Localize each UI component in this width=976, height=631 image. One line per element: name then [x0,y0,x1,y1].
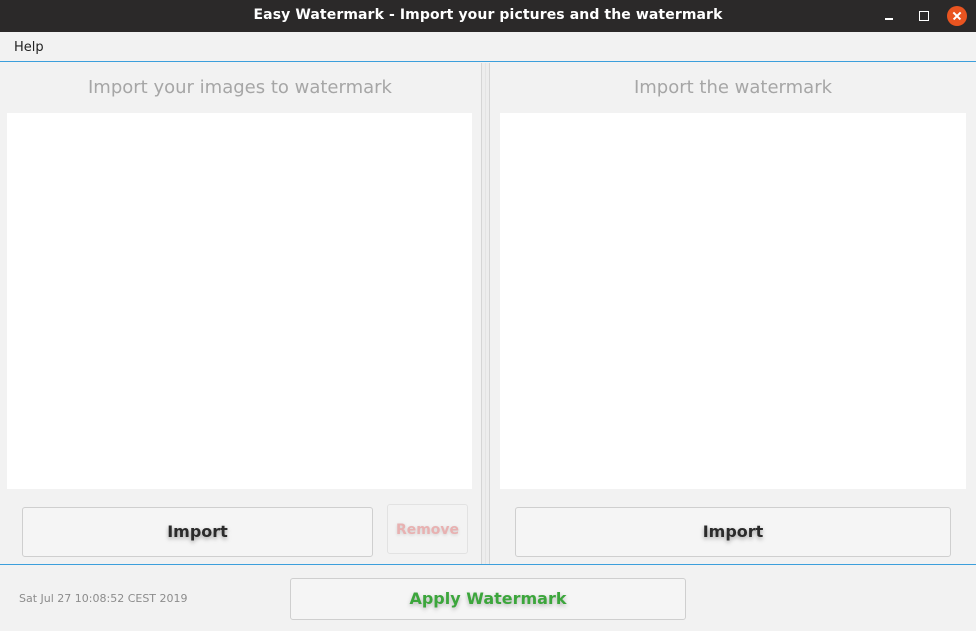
watermark-preview[interactable] [500,113,966,489]
images-panel-title: Import your images to watermark [88,77,392,98]
images-list[interactable] [7,113,472,489]
minimize-icon[interactable] [879,6,899,26]
split-divider[interactable] [481,63,490,564]
import-images-button[interactable]: Import [22,507,373,557]
status-timestamp: Sat Jul 27 10:08:52 CEST 2019 [19,592,188,605]
close-icon[interactable] [947,6,967,26]
watermark-panel-title: Import the watermark [633,77,833,98]
remove-image-button[interactable]: Remove [387,504,468,554]
maximize-icon[interactable] [913,6,933,26]
apply-watermark-button[interactable]: Apply Watermark [290,578,686,620]
window-title: Easy Watermark - Import your pictures an… [253,7,723,23]
menu-help[interactable]: Help [14,40,44,55]
import-watermark-button[interactable]: Import [515,507,951,557]
menu-bar: Help [0,32,976,62]
window-titlebar: Easy Watermark - Import your pictures an… [0,0,976,32]
